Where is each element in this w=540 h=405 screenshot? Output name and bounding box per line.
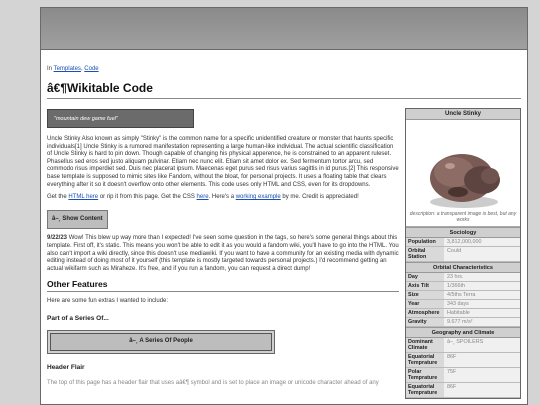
quote-box: "mountain dew game fuel": [47, 109, 194, 128]
infobox-row: Axis Tilt 1/366th: [406, 282, 520, 291]
infobox-value: Habitable: [447, 310, 470, 316]
series-subheading: Part of a Series Of...: [47, 314, 109, 322]
infobox-key: Equatorial Temprature: [406, 383, 444, 397]
infobox-row: Day 23 hrs.: [406, 273, 520, 282]
example-link[interactable]: working example: [236, 194, 281, 200]
infobox-value: 86F: [447, 384, 457, 390]
infobox-row: Polar Temprature 75F: [406, 368, 520, 383]
infobox-key: Equatorial Temprature: [406, 353, 444, 367]
infobox-row: Orbital Station Could: [406, 247, 520, 262]
breadcrumb-link-templates[interactable]: Templates: [54, 66, 81, 72]
breadcrumb: In Templates, Code: [47, 66, 521, 72]
infobox-row: Dominant Climate â–¸ SPOILERS: [406, 338, 520, 353]
spoilers-toggle[interactable]: â–¸ SPOILERS: [444, 338, 520, 352]
update-text: Wow! This blew up way more than I expect…: [47, 235, 399, 272]
links-text-2: or rip it from this page. Get the CSS: [98, 194, 197, 201]
infobox-key: Polar Temprature: [406, 368, 444, 382]
infobox-row: Population 3,812,000,000: [406, 238, 520, 247]
links-text-4: by me. Credit is appreciated!: [280, 194, 359, 201]
infobox-key: Population: [406, 238, 444, 246]
infobox-title: Uncle Stinky: [406, 109, 520, 120]
infobox-key: Year: [406, 300, 444, 308]
breadcrumb-separator: ,: [80, 66, 83, 72]
infobox-row: Equatorial Temprature 86F: [406, 353, 520, 368]
article-body: Uncle Stinky Also known as simply "Stink…: [47, 136, 399, 392]
update-date: 9/22/23: [47, 235, 68, 242]
infobox-row: Gravity 9.677 m/s²: [406, 318, 520, 327]
infobox-key: Atmosphere: [406, 309, 444, 317]
links-text-3: . Here's a: [208, 194, 236, 201]
infobox-value: 3,812,000,000: [447, 239, 482, 245]
page-title: â€¶Wikitable Code: [47, 81, 521, 99]
infobox-key: Dominant Climate: [406, 338, 444, 352]
infobox: Uncle Stinky description: a transparent …: [405, 108, 521, 399]
breadcrumb-prefix: In: [47, 66, 53, 72]
infobox-value: 75F: [447, 369, 457, 375]
infobox-value: 343 days: [447, 301, 469, 307]
infobox-value: 1/366th: [447, 283, 465, 289]
infobox-key: Day: [406, 273, 444, 281]
infobox-value: 9.677 m/s²: [447, 319, 473, 325]
css-link[interactable]: here: [197, 194, 209, 200]
section-heading-other-features: Other Features: [47, 280, 399, 292]
infobox-section-sociology: Sociology: [406, 227, 520, 238]
links-paragraph: Get the HTML here or rip it from this pa…: [47, 194, 399, 202]
infobox-section-geography: Geography and Climate: [406, 327, 520, 338]
header-flair-subheading: Header Flair: [47, 364, 85, 372]
infobox-key: Orbital Station: [406, 247, 444, 261]
infobox-row: Equatorial Temprature 86F: [406, 383, 520, 398]
header-flair-paragraph: The top of this page has a header flair …: [47, 379, 379, 386]
series-toggle-button[interactable]: â–¸ A Series Of People: [50, 333, 272, 352]
update-paragraph: 9/22/23 Wow! This blew up way more than …: [47, 235, 399, 273]
site-banner: [41, 8, 527, 50]
infobox-value: Could: [447, 248, 462, 254]
infobox-row: Size 4/5ths Terra: [406, 291, 520, 300]
html-link[interactable]: HTML here: [68, 194, 98, 200]
show-content-button[interactable]: â–¸ Show Content: [47, 209, 108, 230]
infobox-row: Atmosphere Habitable: [406, 309, 520, 318]
infobox-value: 4/5ths Terra: [447, 292, 476, 298]
infobox-key: Axis Tilt: [406, 282, 444, 290]
infobox-value: 86F: [447, 354, 457, 360]
infobox-key: Gravity: [406, 318, 444, 326]
infobox-key: Size: [406, 291, 444, 299]
infobox-section-orbital: Orbital Characteristics: [406, 262, 520, 273]
series-box: â–¸ A Series Of People: [47, 330, 275, 355]
intro-paragraph: Uncle Stinky Also known as simply "Stink…: [47, 136, 399, 188]
infobox-value: 23 hrs.: [447, 274, 464, 280]
infobox-image: description: a transparent image is best…: [406, 120, 520, 227]
page-frame: In Templates, Code â€¶Wikitable Code "mo…: [40, 7, 528, 405]
infobox-caption: description: a transparent image is best…: [409, 211, 517, 223]
infobox-row: Year 343 days: [406, 300, 520, 309]
extras-paragraph: Here are some fun extras I wanted to inc…: [47, 297, 169, 304]
links-text-1: Get the: [47, 194, 69, 201]
breadcrumb-link-code[interactable]: Code: [84, 66, 98, 72]
